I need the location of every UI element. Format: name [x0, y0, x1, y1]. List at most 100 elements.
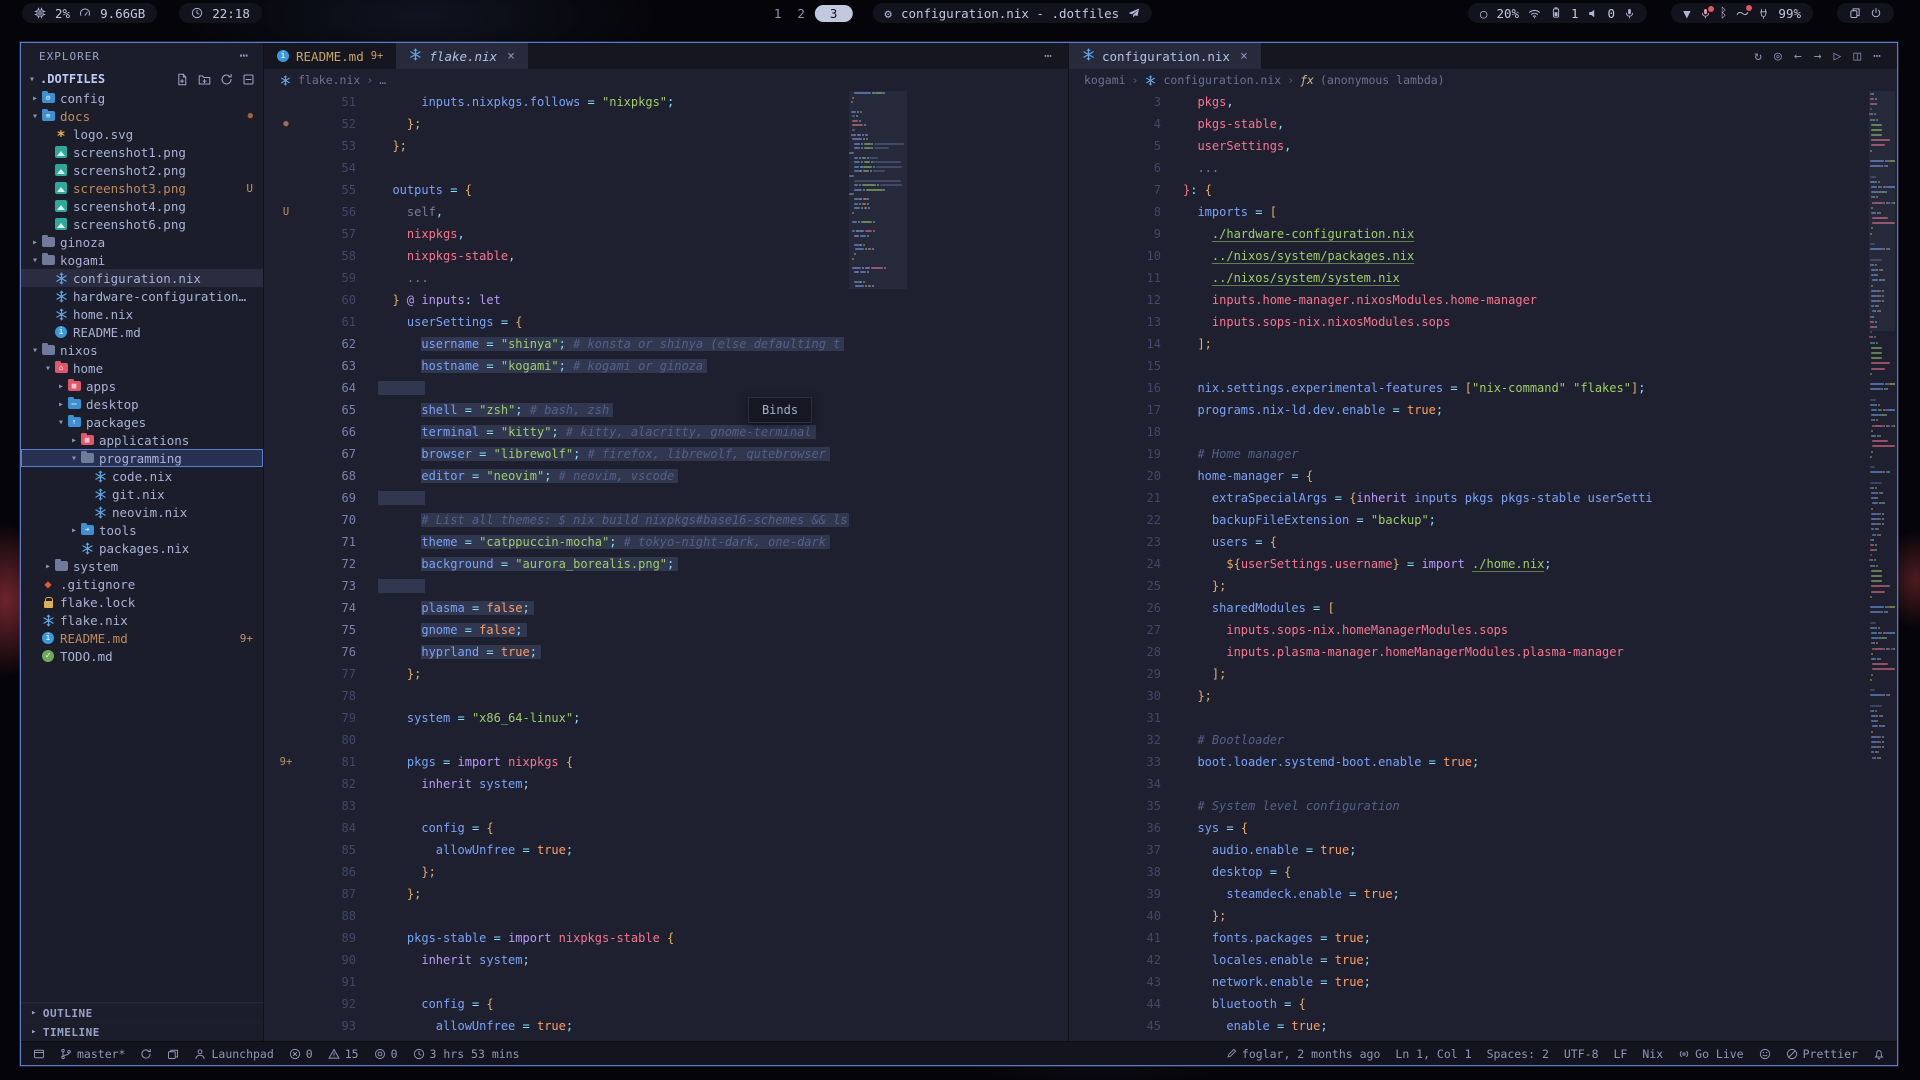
tree-item-ginoza[interactable]: ▸ginoza — [21, 233, 263, 251]
gutter-margin[interactable] — [1069, 465, 1113, 487]
workspace-switcher[interactable]: 123 — [768, 5, 853, 22]
code-line-34[interactable]: 34 — [1069, 773, 1867, 795]
gutter-margin[interactable] — [1069, 993, 1113, 1015]
gutter-margin[interactable] — [264, 531, 308, 553]
gutter-margin[interactable] — [264, 245, 308, 267]
gutter-margin[interactable] — [1069, 179, 1113, 201]
code-line-18[interactable]: 18 — [1069, 421, 1867, 443]
code-line-31[interactable]: 31 — [1069, 707, 1867, 729]
code-line-8[interactable]: 8 imports = [ — [1069, 201, 1867, 223]
code-line-62[interactable]: 62 username = "shinya"; # konsta or shin… — [264, 333, 849, 355]
code-line-23[interactable]: 23 users = { — [1069, 531, 1867, 553]
new-file-icon[interactable] — [176, 73, 189, 86]
code-line-29[interactable]: 29 ]; — [1069, 663, 1867, 685]
code-line-13[interactable]: 13 inputs.sops-nix.nixosModules.sops — [1069, 311, 1867, 333]
tree-item-todo.md[interactable]: ✓TODO.md — [21, 647, 263, 665]
breadcrumb-left[interactable]: flake.nix›… — [264, 69, 1068, 91]
gutter-margin[interactable] — [264, 465, 308, 487]
tab-flake.nix[interactable]: flake.nix× — [396, 43, 528, 69]
breadcrumb-right[interactable]: kogami›configuration.nix›ƒx(anonymous la… — [1069, 69, 1897, 91]
gutter-margin[interactable] — [264, 795, 308, 817]
tree-item-screenshot1.png[interactable]: screenshot1.png — [21, 143, 263, 161]
code-line-82[interactable]: 82 inherit system; — [264, 773, 849, 795]
gutter-margin[interactable] — [1069, 553, 1113, 575]
tree-item-screenshot2.png[interactable]: screenshot2.png — [21, 161, 263, 179]
code-left[interactable]: 51 inputs.nixpkgs.follows = "nixpkgs";●5… — [264, 91, 849, 1041]
gutter-margin[interactable] — [1069, 971, 1113, 993]
gutter-margin[interactable] — [1069, 333, 1113, 355]
gutter-margin[interactable] — [264, 377, 308, 399]
status-language-mode[interactable]: Nix — [1642, 1047, 1663, 1061]
tree-item-tools[interactable]: ▸➜tools — [21, 521, 263, 539]
gutter-margin[interactable] — [1069, 289, 1113, 311]
gutter-margin[interactable] — [264, 223, 308, 245]
code-line-80[interactable]: 80 — [264, 729, 849, 751]
code-line-70[interactable]: 70 # List all themes: $ nix build nixpkg… — [264, 509, 849, 531]
code-line-90[interactable]: 90 inherit system; — [264, 949, 849, 971]
mic-icon[interactable] — [1624, 8, 1635, 19]
minimap-right[interactable] — [1869, 91, 1895, 1041]
tree-item-desktop[interactable]: ▸▭desktop — [21, 395, 263, 413]
code-line-14[interactable]: 14 ]; — [1069, 333, 1867, 355]
gutter-margin[interactable] — [264, 91, 308, 113]
code-line-27[interactable]: 27 inputs.sops-nix.homeManagerModules.so… — [1069, 619, 1867, 641]
tree-item-configuration.nix[interactable]: configuration.nix — [21, 269, 263, 287]
gutter-margin[interactable] — [1069, 531, 1113, 553]
gutter-margin[interactable] — [1069, 421, 1113, 443]
clipboard-icon[interactable] — [1849, 7, 1861, 19]
code-line-60[interactable]: 60 } @ inputs: let — [264, 289, 849, 311]
refresh-icon[interactable] — [220, 73, 233, 86]
gutter-margin[interactable] — [1069, 663, 1113, 685]
gutter-margin[interactable] — [1069, 795, 1113, 817]
minimap-slider[interactable] — [1869, 91, 1895, 331]
gutter-margin[interactable] — [264, 333, 308, 355]
editor-action-icon-0[interactable]: ↻ — [1754, 49, 1762, 64]
gutter-margin[interactable] — [1069, 839, 1113, 861]
code-line-44[interactable]: 44 bluetooth = { — [1069, 993, 1867, 1015]
gutter-margin[interactable] — [1069, 377, 1113, 399]
gutter-margin[interactable] — [264, 773, 308, 795]
gutter-margin[interactable] — [264, 685, 308, 707]
code-line-63[interactable]: 63 hostname = "kogami"; # kogami or gino… — [264, 355, 849, 377]
code-line-3[interactable]: 3 pkgs, — [1069, 91, 1867, 113]
code-line-93[interactable]: 93 allowUnfree = true; — [264, 1015, 849, 1037]
tree-item-packages[interactable]: ▾↑packages — [21, 413, 263, 431]
gutter-margin[interactable] — [1069, 113, 1113, 135]
gutter-margin[interactable] — [1069, 311, 1113, 333]
gutter-margin[interactable] — [264, 399, 308, 421]
tree-item-kogami[interactable]: ▾kogami — [21, 251, 263, 269]
status-notifications[interactable] — [1873, 1048, 1885, 1060]
code-line-84[interactable]: 84 config = { — [264, 817, 849, 839]
gutter-margin[interactable] — [1069, 487, 1113, 509]
code-line-39[interactable]: 39 steamdeck.enable = true; — [1069, 883, 1867, 905]
breadcrumb-item[interactable]: (anonymous lambda) — [1320, 73, 1445, 87]
gutter-margin[interactable] — [1069, 245, 1113, 267]
minimap-left[interactable] — [849, 91, 907, 1041]
tab-configuration.nix[interactable]: configuration.nix× — [1069, 43, 1261, 69]
code-line-61[interactable]: 61 userSettings = { — [264, 311, 849, 333]
code-line-7[interactable]: 7}: { — [1069, 179, 1867, 201]
tree-root[interactable]: ▾ .DOTFILES — [21, 69, 263, 89]
code-line-54[interactable]: 54 — [264, 157, 849, 179]
status-launchpad[interactable]: Launchpad — [194, 1047, 273, 1061]
code-line-21[interactable]: 21 extraSpecialArgs = {inherit inputs pk… — [1069, 487, 1867, 509]
gutter-margin[interactable]: ● — [264, 113, 308, 135]
code-line-58[interactable]: 58 nixpkgs-stable, — [264, 245, 849, 267]
code-line-15[interactable]: 15 — [1069, 355, 1867, 377]
gutter-margin[interactable] — [264, 729, 308, 751]
code-line-41[interactable]: 41 fonts.packages = true; — [1069, 927, 1867, 949]
code-line-17[interactable]: 17 programs.nix-ld.dev.enable = true; — [1069, 399, 1867, 421]
code-line-38[interactable]: 38 desktop = { — [1069, 861, 1867, 883]
tree-item-flake.nix[interactable]: flake.nix — [21, 611, 263, 629]
tree-item-code.nix[interactable]: code.nix — [21, 467, 263, 485]
gutter-margin[interactable] — [264, 817, 308, 839]
tree-item-screenshot3.png[interactable]: screenshot3.pngU — [21, 179, 263, 197]
code-line-30[interactable]: 30 }; — [1069, 685, 1867, 707]
gutter-margin[interactable] — [264, 487, 308, 509]
gutter-margin[interactable] — [264, 905, 308, 927]
tree-item-hardware-configuration.nix[interactable]: hardware-configuration.nix — [21, 287, 263, 305]
code-line-24[interactable]: 24 ${userSettings.username} = import ./h… — [1069, 553, 1867, 575]
speaker-icon[interactable] — [1588, 8, 1599, 19]
code-line-32[interactable]: 32 # Bootloader — [1069, 729, 1867, 751]
status-stash[interactable] — [167, 1048, 179, 1060]
